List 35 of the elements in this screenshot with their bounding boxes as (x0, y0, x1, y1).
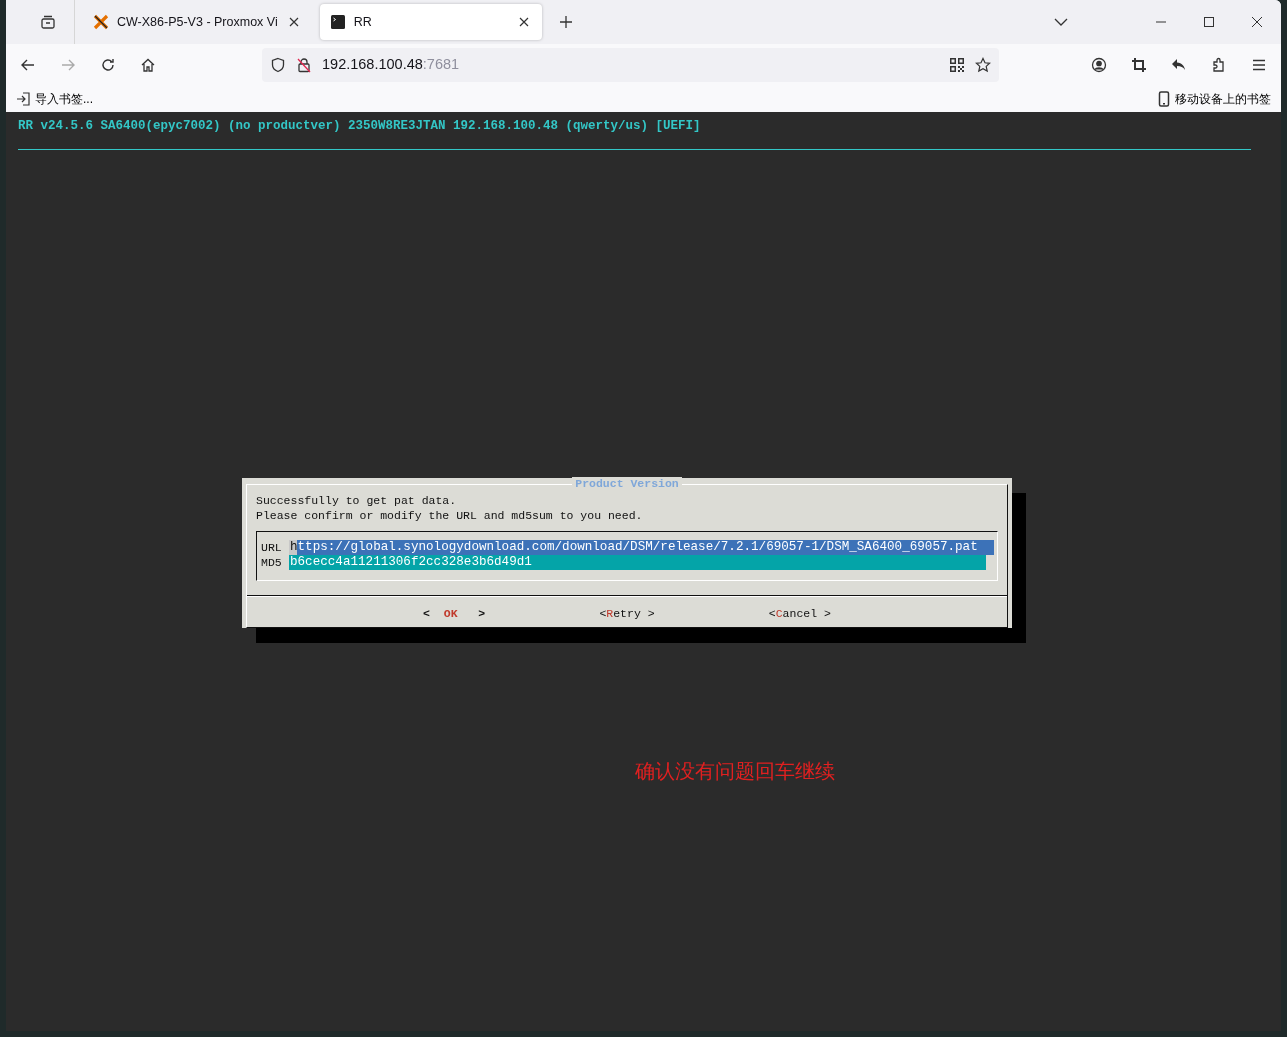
terminal-icon (329, 14, 346, 30)
dialog-button[interactable]: < OK > (423, 605, 486, 623)
qr-code-icon[interactable] (949, 57, 965, 73)
tab-list-icon[interactable] (40, 14, 56, 30)
shield-icon (270, 57, 286, 73)
dialog-title: Product Version (572, 477, 682, 490)
address-bar[interactable]: 192.168.100.48:7681 (262, 48, 999, 82)
menu-icon[interactable] (1251, 57, 1267, 73)
message-text: Please confirm or modify the URL and md5sum to you need. (256, 508, 644, 523)
extensions-icon[interactable] (1211, 57, 1227, 73)
account-icon[interactable] (1091, 57, 1107, 73)
x-logo-icon (93, 14, 109, 30)
browser-tab[interactable]: CW-X86-P5-V3 - Proxmox Vi (83, 4, 312, 40)
url-text: 192.168.100.48:7681 (322, 55, 460, 75)
home-icon[interactable] (140, 57, 156, 73)
bookmark-item[interactable]: 导入书签... (16, 90, 93, 108)
bookmark-item[interactable]: 移动设备上的书签 (1156, 90, 1271, 108)
browser-tab[interactable]: RR (319, 4, 542, 40)
insecure-lock-icon (296, 57, 312, 73)
reload-icon[interactable] (100, 57, 116, 73)
phone-icon (1156, 91, 1172, 107)
message-text: Successfully to get pat data. (256, 493, 458, 508)
import-icon (16, 91, 32, 107)
field-label: MD5 (261, 555, 283, 570)
field-label: URL (261, 540, 283, 555)
close-window-icon[interactable] (1249, 14, 1265, 30)
dialog-button[interactable]: <Cancel > (768, 605, 831, 623)
dialog-button[interactable]: <Retry > (599, 605, 655, 623)
bookmark-star-icon[interactable] (975, 57, 991, 73)
back-icon[interactable] (20, 57, 36, 73)
maximize-icon[interactable] (1201, 14, 1217, 30)
new-tab-icon[interactable] (557, 14, 574, 30)
annotation-text: 确认没有问题回车继续 (635, 758, 835, 785)
crop-icon[interactable] (1131, 57, 1147, 73)
status-line: RR v24.5.6 SA6400(epyc7002) (no productver) 2350W8RE3JTAN 192.168.100.48 (qwerty/us) [UEFI] (18, 118, 701, 135)
